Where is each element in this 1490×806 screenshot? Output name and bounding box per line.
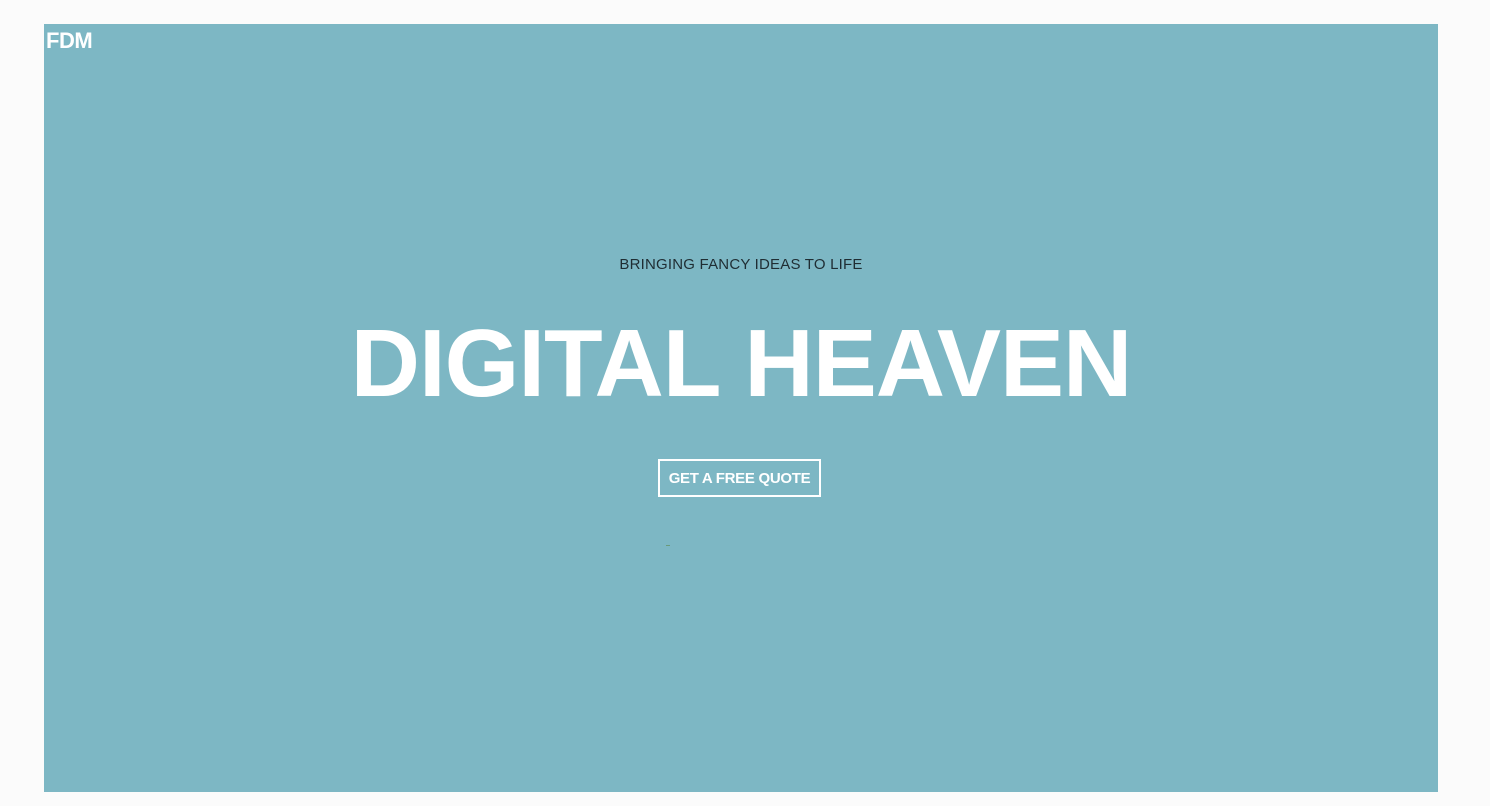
decorative-speck bbox=[666, 545, 670, 546]
site-logo[interactable]: FDM bbox=[46, 30, 93, 52]
get-quote-button[interactable]: GET A FREE QUOTE bbox=[658, 459, 821, 497]
hero-section: FDM BRINGING FANCY IDEAS TO LIFE DIGITAL… bbox=[44, 24, 1438, 792]
hero-tagline: BRINGING FANCY IDEAS TO LIFE bbox=[619, 256, 863, 273]
hero-headline: DIGITAL HEAVEN bbox=[350, 310, 1133, 417]
